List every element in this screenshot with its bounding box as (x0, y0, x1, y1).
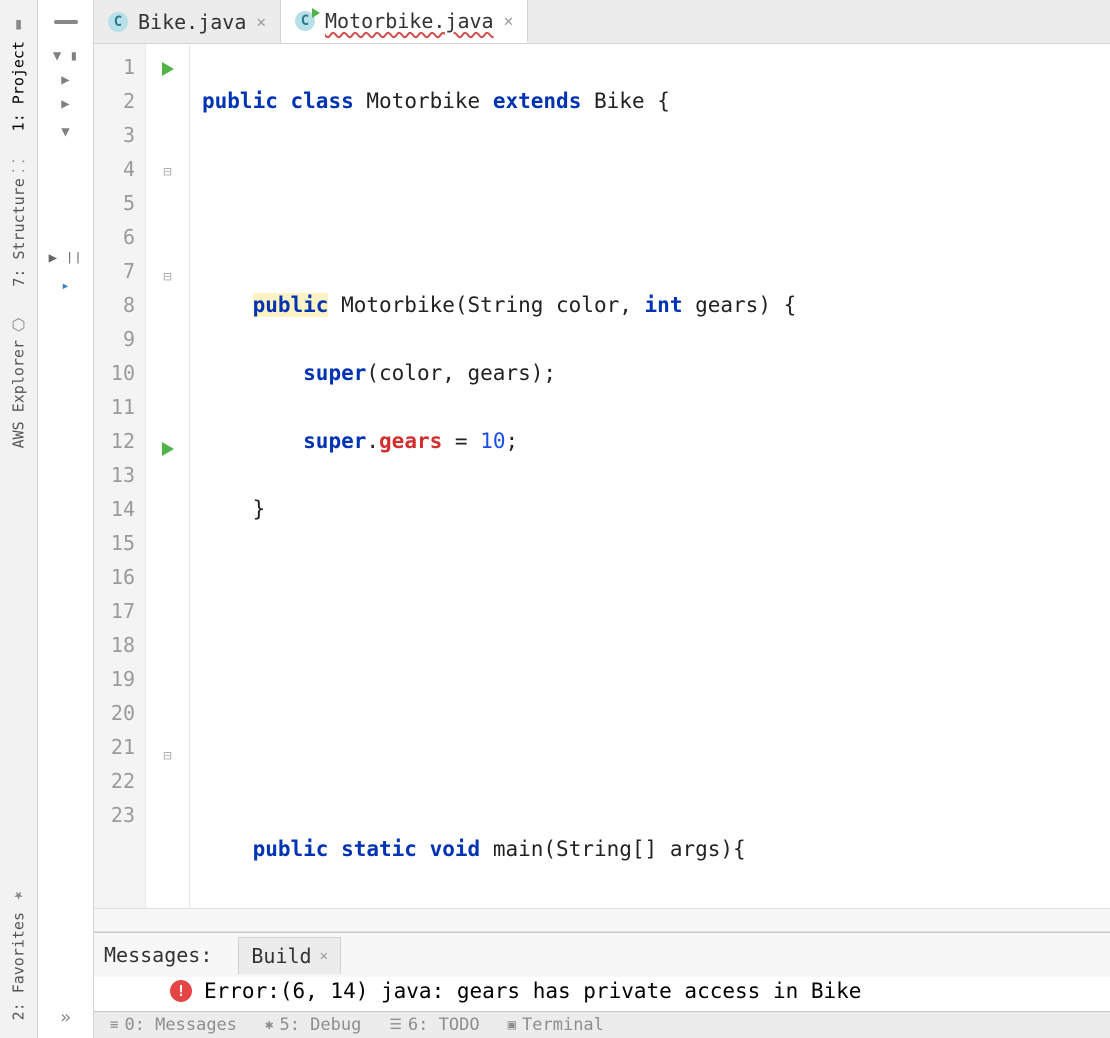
fold-end-icon[interactable]: ⊟ (163, 748, 171, 764)
project-tree-collapsed: ▼ ▮ ▶ ▶ ▼ ▶ ❘❘ ▸ » (38, 0, 94, 1038)
rail-project[interactable]: 1: Project▮ (9, 16, 28, 131)
minimize-icon[interactable] (54, 20, 78, 24)
line-number-gutter: 1 2 3 4 5 6 7 8 9 10 11 12 13 14 15 16 1… (94, 44, 146, 908)
structure-icon: ⸬ (8, 159, 30, 172)
tab-label: Motorbike.java (325, 9, 494, 33)
class-run-icon: C (295, 11, 315, 31)
messages-tab-build[interactable]: Build ✕ (238, 937, 341, 974)
status-messages[interactable]: ≡0: Messages (110, 1015, 237, 1035)
fold-end-icon[interactable]: ⊟ (163, 269, 171, 285)
gutter-marks: ⊟ ⊟ ⊟ (146, 44, 190, 908)
code-area[interactable]: public class Motorbike extends Bike { pu… (190, 44, 1110, 908)
tree-expand-icon[interactable]: ▼ (61, 124, 69, 140)
status-todo[interactable]: ☰6: TODO (389, 1015, 479, 1035)
tab-bike[interactable]: C Bike.java ✕ (94, 0, 281, 43)
rail-structure[interactable]: 7: Structure⸬ (8, 159, 30, 287)
rail-aws[interactable]: AWS Explorer⬡ (9, 315, 28, 448)
run-gutter-icon[interactable] (162, 62, 174, 76)
close-icon[interactable]: ✕ (320, 948, 328, 964)
terminal-icon: ▣ (508, 1017, 516, 1033)
folder-icon: ▮ (9, 16, 28, 35)
bug-icon: ✱ (265, 1017, 273, 1033)
rail-favorites[interactable]: 2: Favorites★ (9, 887, 28, 1020)
todo-icon: ☰ (389, 1017, 402, 1033)
editor-tabs: C Bike.java ✕ C Motorbike.java ✕ (94, 0, 1110, 44)
code-editor[interactable]: 1 2 3 4 5 6 7 8 9 10 11 12 13 14 15 16 1… (94, 44, 1110, 908)
left-tool-rail: 1: Project▮ 7: Structure⸬ AWS Explorer⬡ … (0, 0, 38, 1038)
tab-label: Bike.java (138, 10, 246, 34)
messages-icon: ≡ (110, 1017, 118, 1033)
status-terminal[interactable]: ▣Terminal (508, 1015, 604, 1035)
status-debug[interactable]: ✱5: Debug (265, 1015, 361, 1035)
breadcrumb-bar (94, 908, 1110, 932)
error-text: Error:(6, 14) java: gears has private ac… (204, 979, 861, 1003)
cube-icon: ⬡ (9, 315, 28, 334)
status-bar: ≡0: Messages ✱5: Debug ☰6: TODO ▣Termina… (94, 1011, 1110, 1038)
close-icon[interactable]: ✕ (504, 11, 514, 30)
error-row[interactable]: ! Error:(6, 14) java: gears has private … (94, 977, 1110, 1011)
run-gutter-icon[interactable] (162, 442, 174, 456)
tree-expand-icon[interactable]: ▶ (61, 96, 69, 112)
error-icon: ! (170, 980, 192, 1002)
star-icon: ★ (9, 887, 28, 906)
play-icon[interactable]: ▶ ❘❘ (49, 250, 83, 266)
tree-expand-icon[interactable]: ▶ (61, 72, 69, 88)
tab-motorbike[interactable]: C Motorbike.java ✕ (281, 0, 528, 43)
class-icon: C (108, 12, 128, 32)
messages-panel: Messages: Build ✕ ! Error:(6, 14) java: … (94, 932, 1110, 1011)
expand-chevron-icon[interactable]: » (60, 1007, 71, 1028)
close-icon[interactable]: ✕ (256, 12, 266, 31)
terminal-icon[interactable]: ▸ (61, 278, 69, 294)
messages-title: Messages: (104, 943, 212, 967)
fold-icon[interactable]: ⊟ (163, 164, 171, 180)
tree-expand-icon[interactable]: ▼ ▮ (53, 48, 78, 64)
